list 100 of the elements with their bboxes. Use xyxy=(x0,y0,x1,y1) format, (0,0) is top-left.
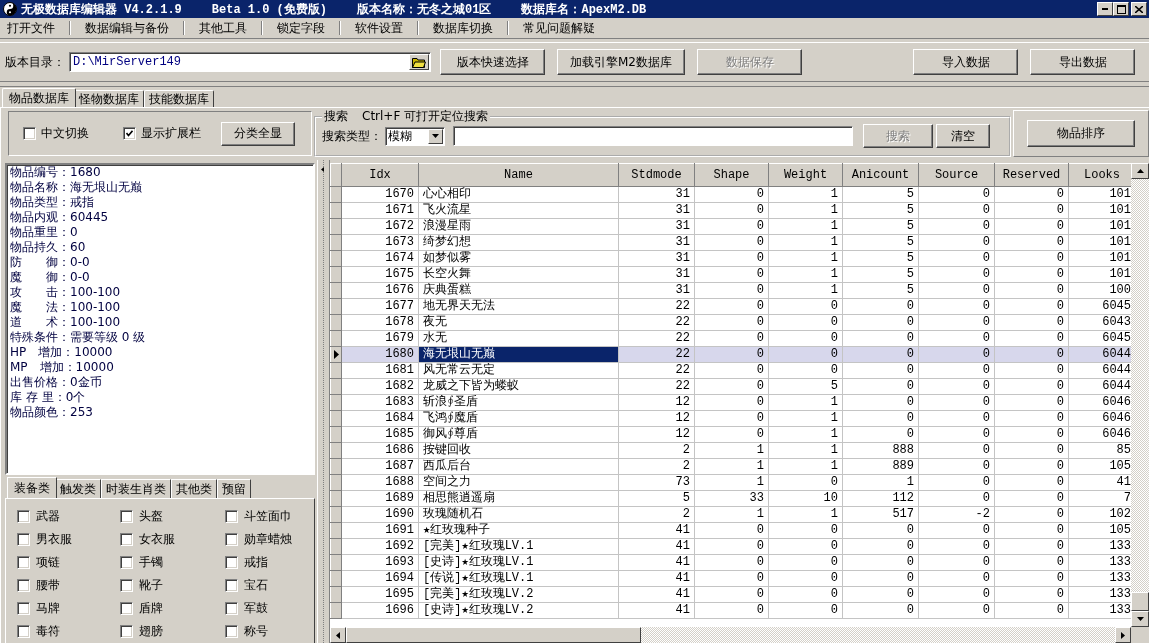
table-row[interactable]: 1671 飞火流星 31 0 1 5 0 0 101 xyxy=(330,202,1131,219)
checkbox[interactable] xyxy=(23,127,36,140)
table-row[interactable]: 1673 绮梦幻想 31 0 1 5 0 0 101 xyxy=(330,234,1131,251)
checkbox-label[interactable]: 腰带 xyxy=(36,577,60,594)
column-header[interactable]: Idx xyxy=(341,163,419,187)
checkbox[interactable] xyxy=(17,533,30,546)
checkbox[interactable] xyxy=(120,625,133,638)
checkbox-label[interactable]: 称号 xyxy=(244,623,268,640)
browse-button[interactable] xyxy=(409,54,429,70)
category-tab[interactable]: 预留 xyxy=(217,479,251,498)
checkbox-label[interactable]: 头盔 xyxy=(139,508,163,525)
table-row[interactable]: 1692 [完美]★红玫瑰LV.1 41 0 0 0 0 0 133 xyxy=(330,538,1131,555)
table-row[interactable]: 1674 如梦似雾 31 0 1 5 0 0 101 xyxy=(330,250,1131,267)
table-row[interactable]: 1677 地无界天无法 22 0 0 0 0 0 6045 xyxy=(330,298,1131,315)
menu-item[interactable]: 数据库切换 xyxy=(432,19,494,37)
scroll-down-button[interactable] xyxy=(1131,611,1149,627)
search-type-dropdown[interactable]: 模糊 xyxy=(385,126,445,146)
checkbox[interactable] xyxy=(120,556,133,569)
splitter-bar[interactable] xyxy=(317,160,330,643)
checkbox[interactable] xyxy=(120,579,133,592)
column-header[interactable]: Name xyxy=(418,163,619,187)
checkbox[interactable] xyxy=(120,533,133,546)
table-row[interactable]: 1684 飞鸿∮魔盾 12 0 1 0 0 0 6046 xyxy=(330,410,1131,427)
checkbox-label[interactable]: 项链 xyxy=(36,554,60,571)
tab[interactable]: 物品数据库 xyxy=(2,88,76,107)
table-row[interactable]: 1670 心心相印 31 0 1 5 0 0 101 xyxy=(330,186,1131,203)
table-row[interactable]: 1682 龙威之下皆为蝼蚁 22 0 5 0 0 0 6044 xyxy=(330,378,1131,395)
scrollbar-thumb[interactable] xyxy=(1131,592,1149,611)
table-row[interactable]: 1676 庆典蛋糕 31 0 1 5 0 0 100 xyxy=(330,282,1131,299)
table-row[interactable]: 1679 水无 22 0 0 0 0 0 6045 xyxy=(330,330,1131,347)
checkbox-label[interactable]: 毒符 xyxy=(36,623,60,640)
category-tab[interactable]: 时装生肖类 xyxy=(101,479,171,498)
checkbox[interactable] xyxy=(17,556,30,569)
menu-item[interactable]: 数据编辑与备份 xyxy=(84,19,170,37)
checkbox-label[interactable]: 翅膀 xyxy=(139,623,163,640)
menu-item[interactable]: 其他工具 xyxy=(198,19,248,37)
row-selector[interactable] xyxy=(330,346,342,363)
maximize-button[interactable] xyxy=(1113,2,1129,16)
search-input[interactable] xyxy=(453,126,853,146)
table-row[interactable]: 1694 [传说]★红玫瑰LV.1 41 0 0 0 0 0 133 xyxy=(330,570,1131,587)
horizontal-scrollbar[interactable] xyxy=(330,627,1131,643)
checkbox[interactable] xyxy=(120,510,133,523)
menu-item[interactable]: 软件设置 xyxy=(354,19,404,37)
category-tab[interactable]: 触发类 xyxy=(55,479,101,498)
checkbox-label[interactable]: 军鼓 xyxy=(244,600,268,617)
checkbox-label[interactable]: 中文切换 xyxy=(41,125,89,142)
checkbox-label[interactable]: 武器 xyxy=(36,508,60,525)
checkbox-label[interactable]: 显示扩展栏 xyxy=(141,125,201,142)
checkbox-label[interactable]: 戒指 xyxy=(244,554,268,571)
table-row[interactable]: 1687 西瓜后台 2 1 1 889 0 0 105 xyxy=(330,458,1131,475)
checkbox-label[interactable]: 盾牌 xyxy=(139,600,163,617)
path-field[interactable]: D:\MirServer149 xyxy=(69,52,431,72)
menu-item[interactable]: 打开文件 xyxy=(6,19,56,37)
table-row[interactable]: 1675 长空火舞 31 0 1 5 0 0 101 xyxy=(330,266,1131,283)
toolbar-button[interactable]: 版本快速选择 xyxy=(440,49,545,75)
scroll-right-button[interactable] xyxy=(1115,627,1131,643)
table-row[interactable]: 1681 风无常云无定 22 0 0 0 0 0 6044 xyxy=(330,362,1131,379)
checkbox[interactable] xyxy=(225,533,238,546)
checkbox[interactable] xyxy=(123,127,136,140)
search-button[interactable]: 清空 xyxy=(936,124,990,148)
checkbox-label[interactable]: 手镯 xyxy=(139,554,163,571)
table-row[interactable]: 1683 斩浪∮圣盾 12 0 1 0 0 0 6046 xyxy=(330,394,1131,411)
toolbar-button[interactable]: 加载引擎M2数据库 xyxy=(557,49,685,75)
checkbox-label[interactable]: 勋章蜡烛 xyxy=(244,531,292,548)
checkbox-label[interactable]: 靴子 xyxy=(139,577,163,594)
checkbox[interactable] xyxy=(225,579,238,592)
scroll-up-button[interactable] xyxy=(1131,163,1149,179)
checkbox[interactable] xyxy=(120,602,133,615)
table-row[interactable]: 1693 [史诗]★红玫瑰LV.1 41 0 0 0 0 0 133 xyxy=(330,554,1131,571)
checkbox-label[interactable]: 宝石 xyxy=(244,577,268,594)
checkbox[interactable] xyxy=(225,625,238,638)
column-header[interactable]: Reserved xyxy=(994,163,1069,187)
scrollbar-thumb[interactable] xyxy=(346,627,641,643)
tab[interactable]: 技能数据库 xyxy=(144,90,214,107)
checkbox[interactable] xyxy=(17,579,30,592)
checkbox[interactable] xyxy=(225,510,238,523)
table-row[interactable]: 1696 [史诗]★红玫瑰LV.2 41 0 0 0 0 0 133 xyxy=(330,602,1131,619)
checkbox[interactable] xyxy=(225,602,238,615)
table-row[interactable]: 1689 相思熊逍遥扇 5 33 10 112 0 0 7 xyxy=(330,490,1131,507)
column-header[interactable]: Looks xyxy=(1068,163,1131,187)
show-all-button[interactable]: 分类全显 xyxy=(221,121,295,146)
table-row[interactable]: 1695 [完美]★红玫瑰LV.2 41 0 0 0 0 0 133 xyxy=(330,586,1131,603)
table-row[interactable]: 1691 ★红玫瑰种子 41 0 0 0 0 0 105 xyxy=(330,522,1131,539)
table-row[interactable]: 1672 浪漫星雨 31 0 1 5 0 0 101 xyxy=(330,218,1131,235)
sort-button[interactable]: 物品排序 xyxy=(1027,120,1135,147)
menu-item[interactable]: 常见问题解疑 xyxy=(522,19,596,37)
vertical-scrollbar[interactable] xyxy=(1131,163,1149,627)
column-header[interactable]: Source xyxy=(918,163,995,187)
checkbox-label[interactable]: 男衣服 xyxy=(36,531,72,548)
category-tab[interactable]: 装备类 xyxy=(7,477,57,498)
scroll-left-button[interactable] xyxy=(330,627,346,643)
checkbox-label[interactable]: 女衣服 xyxy=(139,531,175,548)
checkbox-label[interactable]: 斗笠面巾 xyxy=(244,508,292,525)
checkbox[interactable] xyxy=(225,556,238,569)
table-row[interactable]: 1680 海无垠山无巅 22 0 0 0 0 0 6044 xyxy=(330,346,1131,363)
table-row[interactable]: 1685 御风∮尊盾 12 0 1 0 0 0 6046 xyxy=(330,426,1131,443)
table-row[interactable]: 1686 按键回收 2 1 1 888 0 0 85 xyxy=(330,442,1131,459)
dropdown-button[interactable] xyxy=(428,128,443,144)
table-row[interactable]: 1690 玫瑰随机石 2 1 1 517 -2 0 102 xyxy=(330,506,1131,523)
tab[interactable]: 怪物数据库 xyxy=(74,90,144,107)
